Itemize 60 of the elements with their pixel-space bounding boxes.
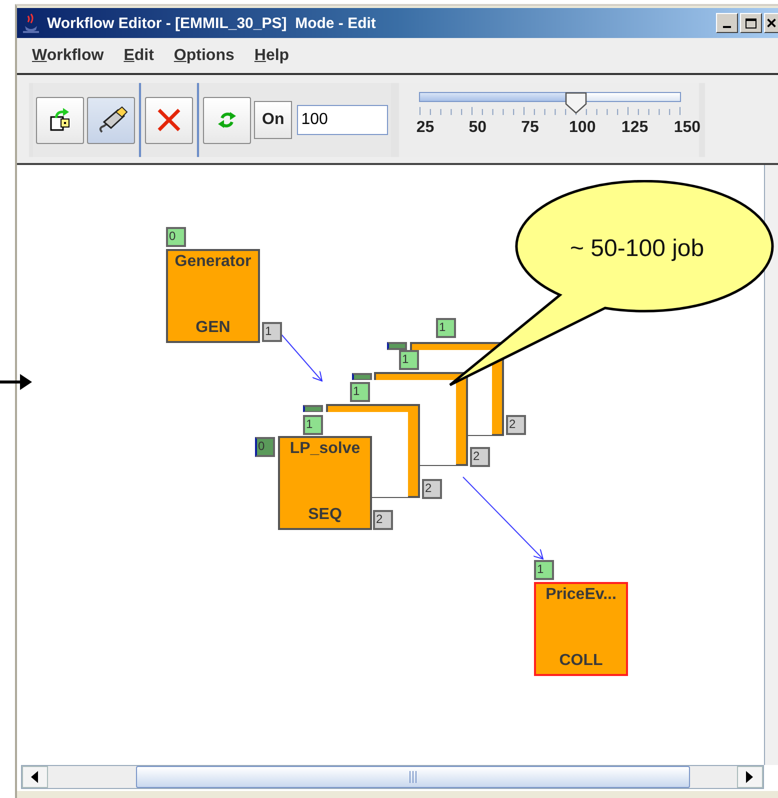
document-export-icon <box>48 108 72 132</box>
arrow <box>0 372 32 392</box>
left-arrow-icon <box>31 771 39 783</box>
menu-item[interactable]: Workflow <box>25 42 111 68</box>
horizontal-scrollbar[interactable] <box>21 765 764 789</box>
port-output[interactable]: 2 <box>422 479 442 499</box>
menu-item[interactable]: Options <box>166 42 242 68</box>
port-input[interactable]: 1 <box>436 318 456 338</box>
node-type: COLL <box>559 652 603 670</box>
tick-label: 75 <box>520 119 540 137</box>
node-type: GEN <box>196 319 230 337</box>
menu-item[interactable]: Help <box>247 42 296 68</box>
minimize-icon <box>723 26 731 28</box>
close-button[interactable] <box>764 13 778 33</box>
export-button[interactable] <box>36 96 84 144</box>
maximize-icon <box>745 18 757 28</box>
connector-arrow <box>280 334 322 382</box>
delete-button[interactable] <box>145 96 193 144</box>
scroll-right-button[interactable] <box>737 766 763 788</box>
zoom-input-field[interactable]: 100 <box>297 105 388 135</box>
grip-icon <box>409 771 417 783</box>
right-arrow-icon <box>746 771 754 783</box>
node-title: Generator <box>174 253 252 271</box>
connect-button[interactable] <box>87 96 135 144</box>
callout-text: ~ 50-100 job <box>570 235 704 263</box>
port-output[interactable]: 2 <box>470 447 490 467</box>
refresh-icon <box>217 109 237 131</box>
java-cup-icon <box>21 12 41 34</box>
port-output[interactable]: 2 <box>506 415 526 435</box>
port-input[interactable]: 1 <box>303 415 323 435</box>
workflow-node[interactable]: PriceEv... COLL <box>534 582 628 676</box>
maximize-button[interactable] <box>740 13 762 33</box>
scroll-thumb[interactable] <box>136 766 690 788</box>
tick-label: 125 <box>620 119 650 137</box>
on-button[interactable]: On <box>254 101 292 139</box>
port-control[interactable]: 0 <box>255 437 275 457</box>
slider-thumb[interactable] <box>564 91 588 115</box>
node-title: PriceEv... <box>546 586 616 604</box>
workflow-node[interactable]: LP_solve SEQ <box>278 436 372 530</box>
tick-label: 150 <box>672 119 702 137</box>
tick-label: 25 <box>415 119 436 137</box>
close-icon <box>156 107 182 133</box>
node-title: LP_solve <box>290 440 360 458</box>
port-output[interactable]: 2 <box>373 510 393 530</box>
scroll-left-button[interactable] <box>22 766 48 788</box>
tick-label: 100 <box>568 119 597 137</box>
port-input[interactable]: 1 <box>534 560 554 580</box>
port-input[interactable]: 1 <box>399 350 419 370</box>
port-output[interactable]: 1 <box>262 322 282 342</box>
vertical-scrollbar[interactable] <box>764 165 778 765</box>
tick-label: 50 <box>468 119 488 137</box>
workflow-node[interactable]: Generator GEN <box>166 249 260 343</box>
node-type: SEQ <box>308 506 342 524</box>
port-input[interactable]: 1 <box>350 382 370 402</box>
refresh-button[interactable] <box>203 96 251 144</box>
window-title: Workflow Editor - [EMMIL_30_PS] Mode - Edit <box>47 14 377 32</box>
port-input[interactable]: 0 <box>166 227 186 247</box>
minimize-button[interactable] <box>716 13 738 33</box>
menu-item[interactable]: Edit <box>116 42 161 68</box>
close-icon <box>765 17 778 29</box>
